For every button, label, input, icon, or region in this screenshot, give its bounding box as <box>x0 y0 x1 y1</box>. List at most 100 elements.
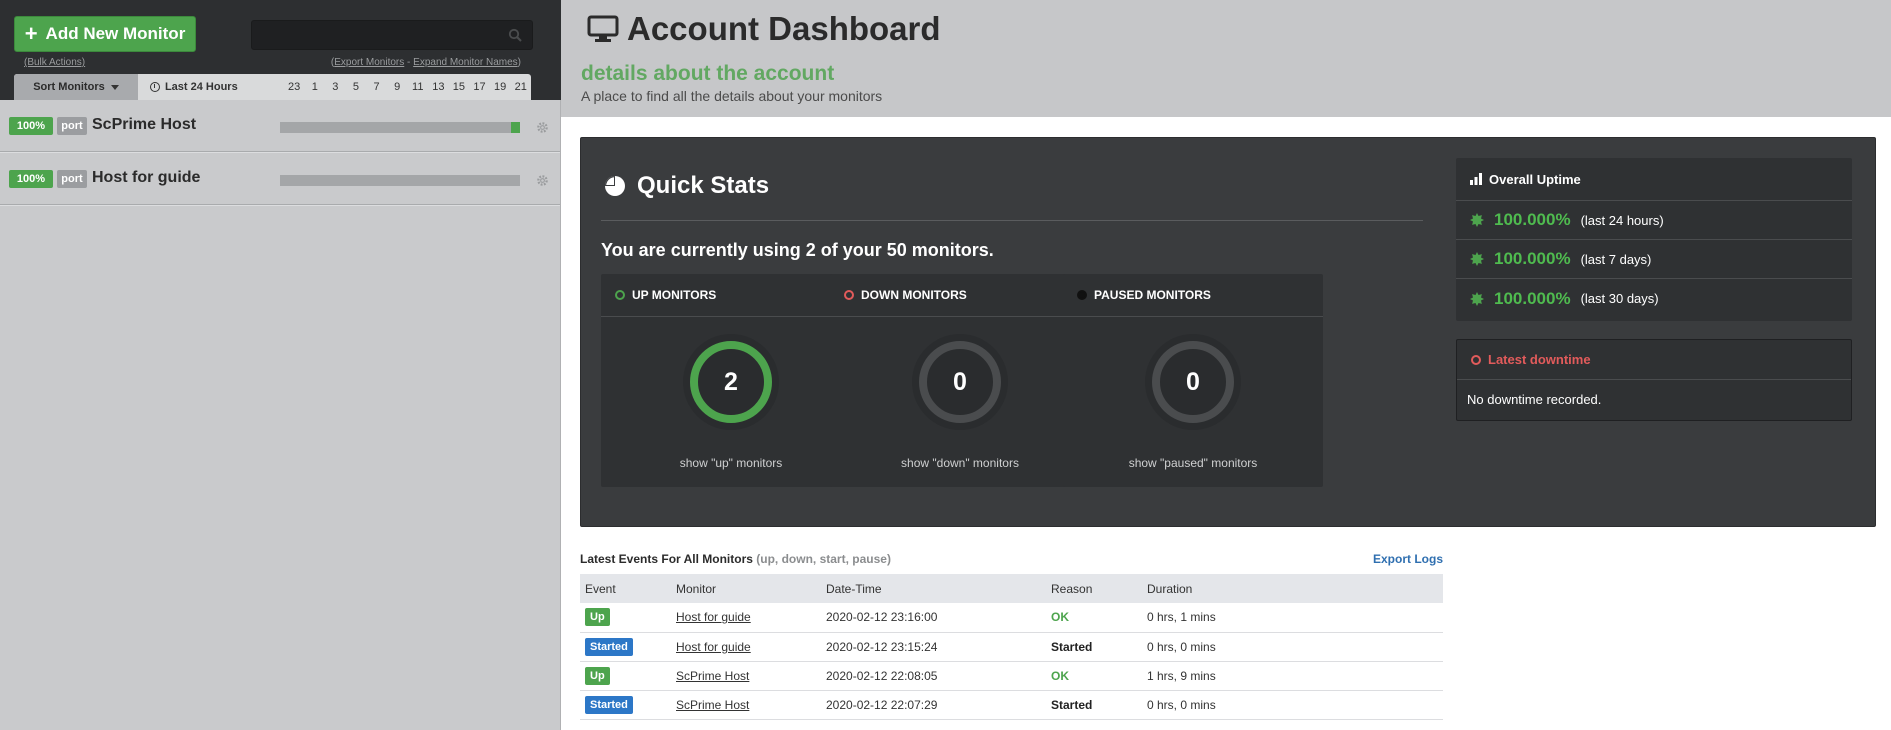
overall-uptime-header: Overall Uptime <box>1456 158 1852 201</box>
caret-down-icon <box>110 84 119 90</box>
export-separator: - <box>404 57 414 68</box>
monitor-type-badge: port <box>57 170 87 188</box>
down-count: 0 <box>953 367 967 396</box>
table-row: Started Host for guide 2020-02-12 23:15:… <box>580 632 1443 662</box>
monitor-link[interactable]: ScPrime Host <box>676 669 749 683</box>
uptime-bar-up-segment <box>511 122 520 133</box>
sidebar: + Add New Monitor (Bulk Actions) (Export… <box>0 0 561 730</box>
search-input[interactable] <box>252 21 532 49</box>
time-range-selector[interactable]: Last 24 Hours <box>138 74 270 100</box>
hour-label: 7 <box>373 81 380 93</box>
column-header: Duration <box>1142 574 1443 603</box>
hour-label: 15 <box>452 81 466 93</box>
sort-bar: Sort Monitors Last 24 Hours 23 1 3 5 7 9… <box>14 74 531 100</box>
sidebar-toolbar: + Add New Monitor (Bulk Actions) (Export… <box>0 0 561 100</box>
sort-monitors-button[interactable]: Sort Monitors <box>14 74 138 100</box>
down-count-ring: 0 <box>908 330 1012 434</box>
plus-icon: + <box>24 21 38 46</box>
uptime-period: (last 24 hours) <box>1580 212 1664 228</box>
export-logs-link[interactable]: Export Logs <box>1359 552 1443 566</box>
paused-monitors-header: PAUSED MONITORS <box>1063 274 1323 317</box>
latest-downtime-card: Latest downtime No downtime recorded. <box>1456 339 1852 421</box>
event-cell: Started <box>580 632 671 662</box>
down-monitors-header: DOWN MONITORS <box>830 274 1090 317</box>
monitor-usage-text: You are currently using 2 of your 50 mon… <box>601 240 994 260</box>
duration-cell: 0 hrs, 0 mins <box>1142 690 1443 720</box>
gear-icon[interactable] <box>536 174 549 187</box>
divider <box>601 220 1423 221</box>
pie-chart-icon <box>605 176 625 196</box>
monitor-link[interactable]: ScPrime Host <box>676 698 749 712</box>
event-cell: Started <box>580 690 671 720</box>
latest-downtime-header: Latest downtime <box>1457 340 1851 380</box>
down-status-dot-icon <box>844 290 854 300</box>
page-title-text: Account Dashboard <box>627 10 941 47</box>
quick-stats-title: Quick Stats <box>603 172 769 200</box>
monitor-link[interactable]: Host for guide <box>676 640 751 654</box>
duration-cell: 0 hrs, 0 mins <box>1142 632 1443 662</box>
events-table: Event Monitor Date-Time Reason Duration … <box>580 574 1443 720</box>
column-header: Monitor <box>671 574 821 603</box>
main-content: Account Dashboard details about the acco… <box>561 0 1891 730</box>
events-title-text: Latest Events For All Monitors <box>580 552 753 566</box>
uptime-period: (last 30 days) <box>1580 291 1659 306</box>
show-up-monitors-link[interactable]: show "up" monitors <box>601 456 861 470</box>
hour-label: 1 <box>311 81 318 93</box>
search-icon[interactable] <box>508 28 522 42</box>
show-down-monitors-link[interactable]: show "down" monitors <box>830 456 1090 470</box>
hour-label: 19 <box>493 81 507 93</box>
hour-label: 9 <box>394 81 401 93</box>
clock-icon <box>149 82 160 92</box>
uptime-percentage: 100.000% <box>1494 249 1571 268</box>
monitor-link[interactable]: Host for guide <box>676 610 751 624</box>
monitor-cell: ScPrime Host <box>671 661 821 691</box>
overall-uptime-card: Overall Uptime 100.000% (last 24 hours) … <box>1456 158 1852 321</box>
monitor-name[interactable]: ScPrime Host <box>92 116 196 134</box>
datetime-cell: 2020-02-12 23:16:00 <box>821 603 1046 633</box>
status-burst-icon <box>1470 213 1484 227</box>
paused-status-dot-icon <box>1077 290 1087 300</box>
event-badge: Started <box>585 695 633 714</box>
bulk-actions-link[interactable]: (Bulk Actions) <box>24 57 85 68</box>
gear-icon[interactable] <box>536 121 549 134</box>
hour-label: 5 <box>352 81 360 93</box>
monitor-cell: Host for guide <box>671 603 821 633</box>
paused-monitors-card: PAUSED MONITORS 0 show "paused" monitors <box>1063 274 1323 487</box>
status-burst-icon <box>1470 291 1484 306</box>
export-monitors-link[interactable]: Export Monitors <box>334 57 404 68</box>
column-header: Date-Time <box>821 574 1046 603</box>
uptime-bar <box>280 122 520 133</box>
search-box <box>251 20 533 50</box>
uptime-row: 100.000% (last 7 days) <box>1456 240 1852 279</box>
expand-monitor-names-link[interactable]: Expand Monitor Names <box>413 57 518 68</box>
column-header: Reason <box>1046 574 1142 603</box>
duration-cell: 0 hrs, 1 mins <box>1142 603 1443 633</box>
events-filter-text: (up, down, start, pause) <box>756 552 891 566</box>
latest-downtime-text: No downtime recorded. <box>1467 392 1602 407</box>
hour-label: 11 <box>412 81 424 93</box>
paused-count: 0 <box>1186 367 1200 396</box>
show-paused-monitors-link[interactable]: show "paused" monitors <box>1063 456 1323 470</box>
page-header: Account Dashboard details about the acco… <box>561 0 1891 117</box>
hour-label: 21 <box>514 81 527 93</box>
monitor-name[interactable]: Host for guide <box>92 169 200 187</box>
monitor-type-badge: port <box>57 117 87 135</box>
reason-cell: Started <box>1046 690 1142 720</box>
monitor-row[interactable]: 100% port ScPrime Host <box>0 100 560 152</box>
monitor-cell: ScPrime Host <box>671 690 821 720</box>
page-subtitle: details about the account <box>581 62 835 85</box>
paused-monitors-label: PAUSED MONITORS <box>1094 288 1211 302</box>
uptime-percentage: 100.000% <box>1494 288 1571 308</box>
up-monitors-label: UP MONITORS <box>632 288 717 302</box>
up-monitors-card: UP MONITORS 2 show "up" monitors <box>601 274 861 487</box>
hour-label: 23 <box>288 81 301 93</box>
uptime-bar <box>280 175 520 186</box>
duration-cell: 1 hrs, 9 mins <box>1142 661 1443 691</box>
export-close-paren: ) <box>517 57 521 68</box>
hour-label: 13 <box>432 81 445 93</box>
monitor-row[interactable]: 100% port Host for guide <box>0 153 560 205</box>
uptime-row: 100.000% (last 24 hours) <box>1456 201 1852 240</box>
up-monitors-header: UP MONITORS <box>601 274 861 317</box>
monitor-cell: Host for guide <box>671 632 821 662</box>
add-new-monitor-button[interactable]: + Add New Monitor <box>14 16 196 52</box>
